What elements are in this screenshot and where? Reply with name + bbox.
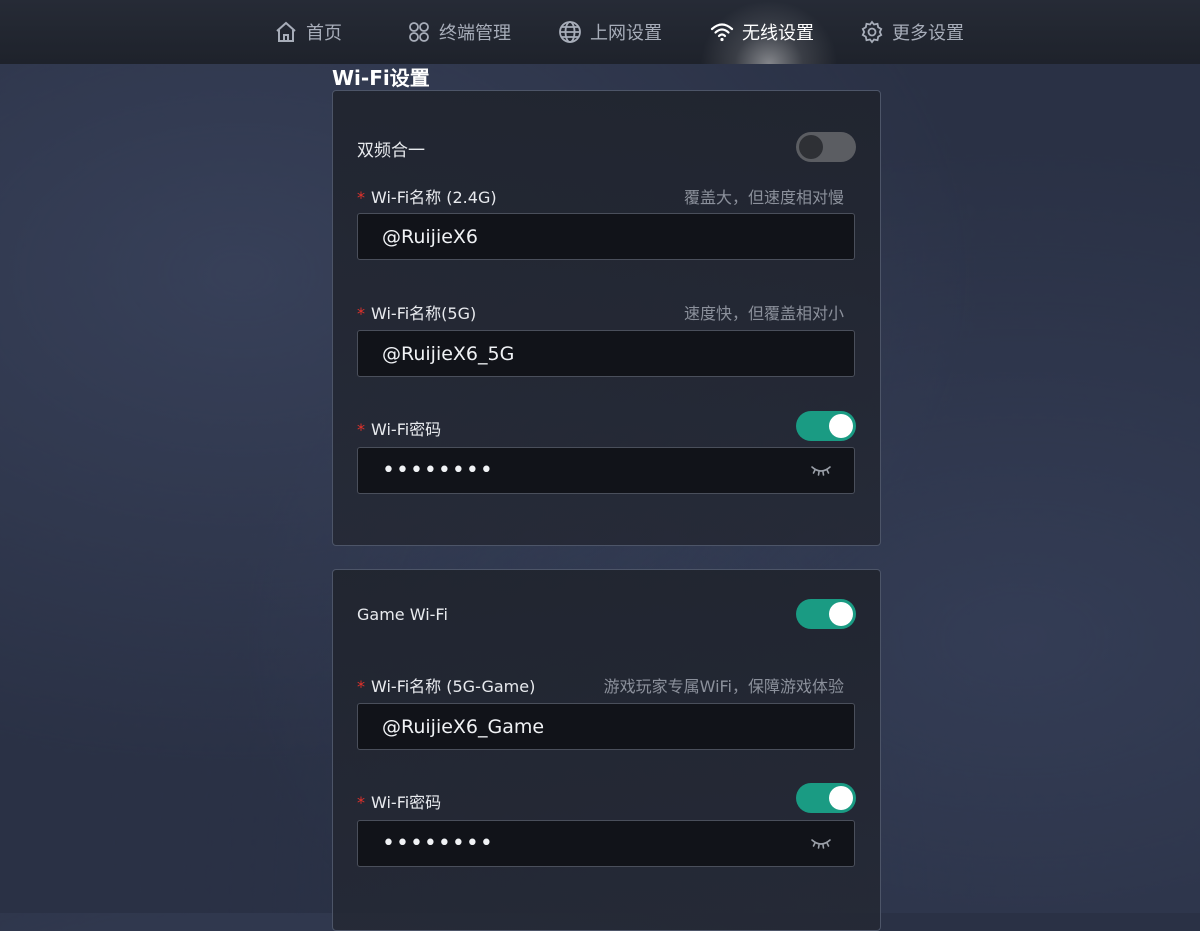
toggle-knob [829,414,853,438]
ssid-5g-label: * Wi-Fi名称(5G) [357,300,476,324]
ssid-5g-input[interactable]: @RuijieX6_5G [357,330,855,377]
ssid-24g-hint: 覆盖大，但速度相对慢 [683,188,844,207]
required-mark: * [357,793,365,812]
ssid-game-label: * Wi-Fi名称 (5G-Game) [357,673,535,697]
game-password-label-text: Wi-Fi密码 [371,793,442,812]
ssid-5g-label-text: Wi-Fi名称(5G) [371,304,477,323]
toggle-knob [829,602,853,626]
ssid-game-value: @RuijieX6_Game [382,715,545,738]
devices-icon [409,22,429,42]
page-title: Wi-Fi设置 [332,66,430,90]
password-label: * Wi-Fi密码 [357,416,441,440]
dual-band-label: 双频合一 [357,141,425,161]
ssid-5g-value: @RuijieX6_5G [382,342,515,365]
ssid-5g-hint: 速度快，但覆盖相对小 [683,304,844,323]
nav-label-devices: 终端管理 [439,23,511,44]
game-wifi-toggle[interactable] [796,599,856,629]
nav-label-wireless: 无线设置 [742,23,814,44]
ssid-24g-input[interactable]: @RuijieX6 [357,213,855,260]
password-toggle[interactable] [796,411,856,441]
eye-closed-icon[interactable] [810,462,832,478]
ssid-game-label-text: Wi-Fi名称 (5G-Game) [371,677,536,696]
password-value: •••••••• [382,458,494,483]
password-input[interactable]: •••••••• [357,447,855,494]
top-nav: 首页 终端管理 上网设置 无线设置 更多设置 [0,0,1200,64]
nav-item-home[interactable]: 首页 [274,0,342,64]
required-mark: * [357,304,365,323]
dual-band-toggle[interactable] [796,132,856,162]
toggle-knob [829,786,853,810]
toggle-knob [799,135,823,159]
required-mark: * [357,188,365,207]
password-label-text: Wi-Fi密码 [371,420,442,439]
ssid-24g-value: @RuijieX6 [382,225,479,248]
nav-label-more: 更多设置 [892,23,964,44]
ssid-24g-label-text: Wi-Fi名称 (2.4G) [371,188,497,207]
game-wifi-card: Game Wi-Fi * Wi-Fi名称 (5G-Game) 游戏玩家专属WiFi… [332,569,881,931]
game-password-input[interactable]: •••••••• [357,820,855,867]
nav-item-more[interactable]: 更多设置 [860,0,964,64]
nav-item-wireless[interactable]: 无线设置 [700,0,838,64]
nav-label-internet: 上网设置 [590,23,662,44]
game-password-toggle[interactable] [796,783,856,813]
game-password-value: •••••••• [382,831,494,856]
nav-label-home: 首页 [306,23,342,44]
nav-item-internet[interactable]: 上网设置 [558,0,662,64]
eye-closed-icon[interactable] [810,835,832,851]
home-icon [276,21,296,42]
wifi-settings-card: 双频合一 * Wi-Fi名称 (2.4G) 覆盖大，但速度相对慢 @RuijieX… [332,90,881,546]
gear-icon [861,20,883,44]
ssid-game-input[interactable]: @RuijieX6_Game [357,703,855,750]
ssid-game-hint: 游戏玩家专属WiFi，保障游戏体验 [603,677,844,696]
wifi-icon [710,23,734,42]
game-wifi-label: Game Wi-Fi [357,605,448,624]
ssid-24g-label: * Wi-Fi名称 (2.4G) [357,184,497,208]
required-mark: * [357,677,365,696]
nav-item-devices[interactable]: 终端管理 [407,0,511,64]
required-mark: * [357,420,365,439]
game-password-label: * Wi-Fi密码 [357,789,441,813]
globe-icon [559,21,581,43]
